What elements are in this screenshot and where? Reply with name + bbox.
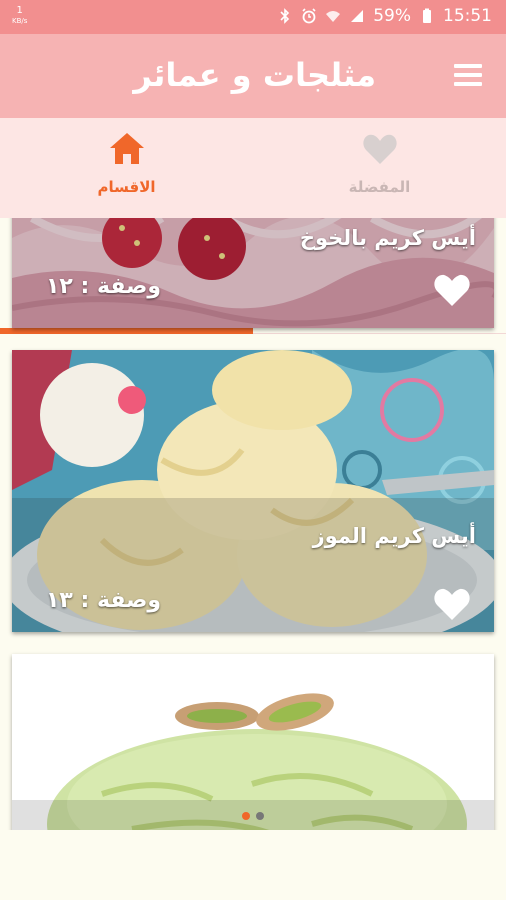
clock: 15:51 (443, 6, 492, 26)
category-name: أيس كريم الموز (312, 524, 476, 548)
recipe-count: وصفة : ١٢ (46, 274, 162, 299)
heart-icon (363, 134, 397, 164)
app-title: مثلجات و عمائر (133, 56, 376, 94)
tab-bar: الاقسام المفضلة (0, 118, 506, 334)
tab-sections[interactable]: الاقسام (0, 118, 253, 218)
alarm-icon (302, 8, 316, 24)
carousel-dot (256, 812, 264, 820)
battery-percent: 59% (373, 6, 411, 26)
favorite-heart-icon[interactable] (432, 272, 472, 308)
carousel-dot-active (242, 812, 250, 820)
category-card-peach[interactable]: أيس كريم بالخوخ وصفة : ١٢ (12, 218, 494, 328)
tab-favorites[interactable]: المفضلة (253, 118, 506, 218)
recipe-count: وصفة : ١٣ (46, 588, 162, 613)
category-list[interactable]: أيس كريم بالخوخ وصفة : ١٢ أيس كريم الموز (0, 218, 506, 830)
tab-favorites-label: المفضلة (348, 178, 411, 196)
signal-icon (351, 10, 364, 22)
battery-icon (423, 8, 431, 23)
wifi-icon (326, 11, 341, 22)
bottom-area (0, 830, 506, 900)
network-speed: 1 KB/s (12, 6, 27, 26)
menu-icon[interactable] (454, 64, 482, 86)
favorite-heart-icon[interactable] (432, 586, 472, 622)
bluetooth-icon (280, 8, 290, 24)
status-bar: 1 KB/s 59% 15:51 (0, 0, 506, 34)
home-icon (110, 133, 144, 164)
network-speed-value: 1 (16, 5, 23, 16)
network-speed-unit: KB/s (12, 17, 28, 25)
category-card-banana[interactable]: أيس كريم الموز وصفة : ١٣ (12, 350, 494, 632)
tab-sections-label: الاقسام (97, 178, 156, 196)
app-bar: مثلجات و عمائر (0, 34, 506, 118)
carousel-indicator (12, 800, 494, 830)
category-name: أيس كريم بالخوخ (299, 226, 476, 250)
